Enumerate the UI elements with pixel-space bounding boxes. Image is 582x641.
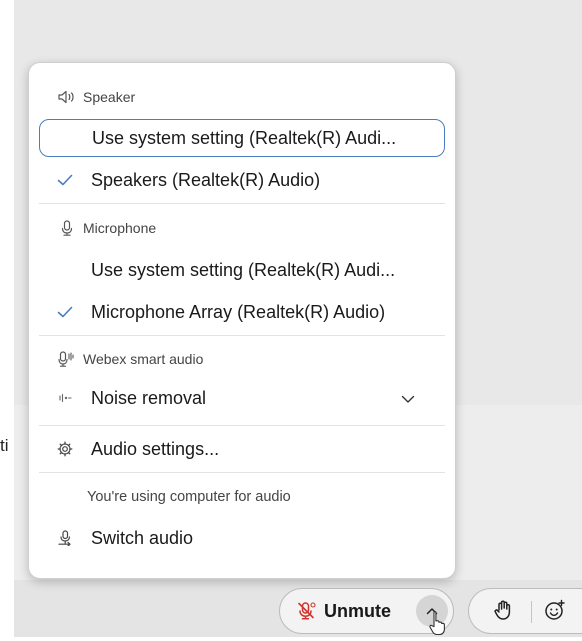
reactions-icon <box>544 599 566 626</box>
noise-removal-icon <box>39 392 91 404</box>
smart-audio-icon <box>57 351 77 367</box>
menu-divider <box>39 472 445 473</box>
audio-settings-button[interactable]: Audio settings... <box>39 430 445 468</box>
menu-divider <box>39 425 445 426</box>
speaker-icon <box>57 89 77 105</box>
audio-info-text: You're using computer for audio <box>87 489 291 505</box>
switch-audio-label: Switch audio <box>91 527 194 548</box>
microphone-icon <box>57 220 77 236</box>
control-separator <box>531 601 532 623</box>
switch-audio-icon <box>39 530 91 546</box>
speaker-option-realtek[interactable]: Speakers (Realtek(R) Audio) <box>39 161 445 199</box>
smart-audio-header-label: Webex smart audio <box>83 351 204 367</box>
speaker-option-system[interactable]: Use system setting (Realtek(R) Audi... <box>39 119 445 157</box>
speaker-option-label: Speakers (Realtek(R) Audio) <box>91 169 321 190</box>
speaker-header-label: Speaker <box>83 89 136 105</box>
noise-removal-label: Noise removal <box>91 387 207 408</box>
menu-divider <box>39 335 445 336</box>
speaker-option-label: Use system setting (Realtek(R) Audi... <box>92 127 397 148</box>
check-icon <box>39 174 91 186</box>
gear-icon <box>39 441 91 457</box>
chevron-down-icon <box>401 388 415 409</box>
unmute-button[interactable]: Unmute <box>296 589 391 633</box>
audio-settings-label: Audio settings... <box>91 438 220 459</box>
raise-hand-icon <box>493 599 513 626</box>
microphone-option-label: Microphone Array (Realtek(R) Audio) <box>91 301 386 322</box>
background-text: ti <box>0 436 9 455</box>
noise-removal-dropdown[interactable]: Noise removal <box>39 379 445 417</box>
microphone-option-label: Use system setting (Realtek(R) Audi... <box>91 259 396 280</box>
speaker-section-header: Speaker <box>57 89 135 105</box>
microphone-option-system[interactable]: Use system setting (Realtek(R) Audi... <box>39 251 445 289</box>
microphone-header-label: Microphone <box>83 220 157 236</box>
mouse-cursor <box>427 610 447 641</box>
reactions-control-group <box>468 588 582 634</box>
switch-audio-button[interactable]: Switch audio <box>39 519 445 557</box>
microphone-section-header: Microphone <box>57 220 156 236</box>
microphone-option-array[interactable]: Microphone Array (Realtek(R) Audio) <box>39 293 445 331</box>
audio-options-menu: Speaker Use system setting (Realtek(R) A… <box>28 62 456 579</box>
muted-microphone-icon <box>296 601 316 621</box>
raise-hand-button[interactable] <box>489 598 517 626</box>
check-icon <box>39 306 91 318</box>
reactions-button[interactable] <box>541 598 569 626</box>
smart-audio-section-header: Webex smart audio <box>57 351 203 367</box>
menu-divider <box>39 203 445 204</box>
unmute-label: Unmute <box>324 600 391 621</box>
